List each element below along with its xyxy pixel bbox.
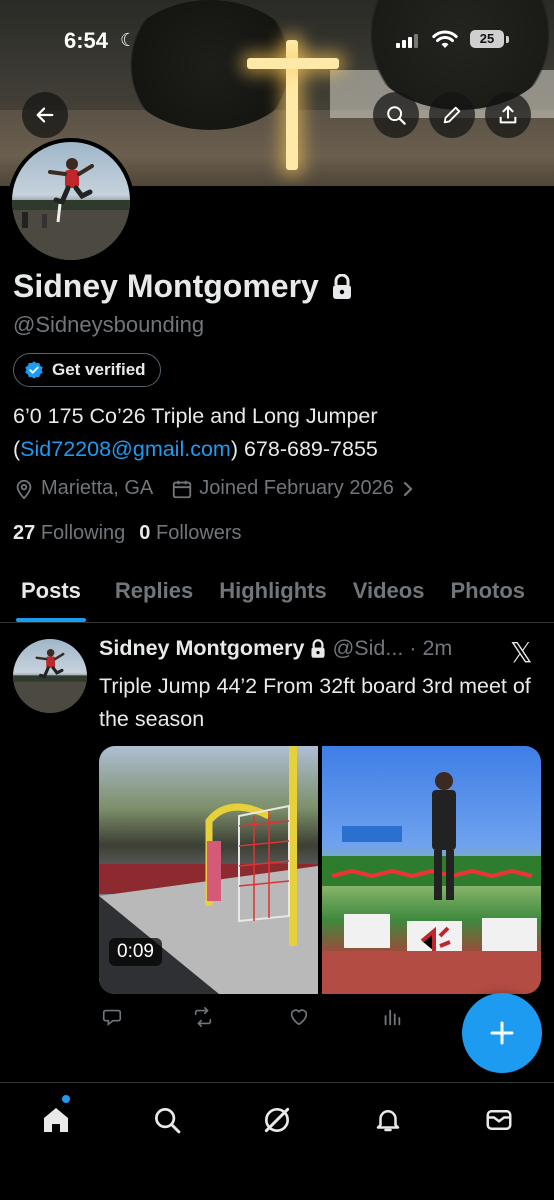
profile-name-row: Sidney Montgomery [13,268,353,305]
athlete-jumping-photo [12,158,130,260]
profile-meta-row: Marietta, GA Joined February 2026 [13,477,416,500]
nav-messages[interactable] [479,1100,519,1140]
share-icon [499,105,517,124]
get-verified-button[interactable]: Get verified [13,353,161,387]
followers-link[interactable]: 0 Followers [139,522,241,545]
profile-name: Sidney Montgomery [13,268,319,304]
post-photo-thumbnail[interactable] [322,746,541,994]
post-video-thumbnail[interactable]: 0:09 [99,746,318,994]
nav-home[interactable] [36,1100,76,1140]
followers-count: 0 [139,522,151,544]
bio-line-2: (Sid72208@gmail.com) 678-689-7855 [13,433,543,466]
profile-tabs: Posts Replies Highlights Videos Photos [0,570,554,622]
verified-badge-icon [25,361,43,379]
post-media-grid[interactable]: 0:09 [99,746,541,994]
post-author-avatar[interactable] [13,639,87,713]
nav-search[interactable] [147,1100,187,1140]
post-author-name[interactable]: Sidney Montgomery [99,636,304,661]
bio-phone: ) 678-689-7855 [230,437,378,461]
tabs-divider [0,622,554,623]
cellular-signal-icon [396,34,418,48]
award-podium-photo [322,772,541,994]
grok-icon [264,1107,290,1133]
tab-posts[interactable]: Posts [0,570,102,622]
share-button[interactable] [485,92,531,138]
post-text: Triple Jump 44’2 From 32ft board 3rd mee… [99,674,531,731]
notifications-icon [376,1110,400,1132]
video-duration: 0:09 [109,938,162,966]
get-verified-label: Get verified [52,360,146,379]
reply-icon[interactable] [101,1006,123,1028]
banner-lit-cross-bar [247,58,339,69]
search-button[interactable] [373,92,419,138]
following-label: Following [40,522,126,544]
tab-photos[interactable]: Photos [437,570,538,622]
wifi-icon [432,30,458,48]
battery-icon: 25 [470,30,504,48]
back-button[interactable] [22,92,68,138]
post-header: Sidney Montgomery @Sid... · 2m [99,636,452,661]
home-icon [44,1108,68,1132]
nav-notifications[interactable] [368,1100,408,1140]
moon-icon: ☾ [120,30,137,50]
analytics-icon[interactable] [381,1006,403,1028]
profile-bio: 6’0 175 Co’26 Triple and Long Jumper (Si… [13,400,543,466]
nav-grok[interactable] [257,1100,297,1140]
profile-location: Marietta, GA [41,477,154,499]
arrow-left-icon [36,107,54,123]
compose-button[interactable] [462,993,542,1073]
athlete-jumping-photo [13,649,87,713]
profile-joined-date: Joined February 2026 [199,477,394,499]
status-bar: 6:54 ☾ 25 [0,28,554,58]
post-separator: · [409,636,417,660]
search-icon [155,1108,181,1134]
tab-replies[interactable]: Replies [102,570,206,622]
bio-line-1: 6’0 175 Co’26 Triple and Long Jumper [13,404,378,428]
x-logo-icon: 𝕏 [510,636,533,669]
messages-icon [486,1110,512,1130]
follow-stats: 27 Following 0 Followers [13,522,242,545]
chevron-right-icon[interactable] [400,479,416,499]
calendar-icon [173,480,192,498]
profile-avatar[interactable] [8,138,134,264]
followers-label: Followers [155,522,242,544]
pencil-icon [443,106,461,124]
following-count: 27 [13,522,36,544]
status-time: 6:54 [64,28,109,53]
bottom-nav [0,1084,554,1200]
tab-videos[interactable]: Videos [340,570,438,622]
plus-icon [490,1021,514,1045]
battery-tip [506,36,509,43]
lock-icon [311,638,326,658]
repost-icon[interactable] [191,1006,215,1028]
bio-email-link[interactable]: Sid72208@gmail.com [20,437,231,461]
edit-button[interactable] [429,92,475,138]
post-actions [99,1006,429,1036]
tab-highlights[interactable]: Highlights [206,570,340,622]
search-icon [387,106,406,125]
heart-icon[interactable] [287,1006,311,1028]
post-timestamp: 2m [422,636,453,660]
bottom-nav-divider [0,1082,554,1083]
home-unread-dot [62,1095,70,1103]
lock-icon [332,273,351,299]
post-author-handle[interactable]: @Sid... [332,636,403,661]
following-link[interactable]: 27 Following [13,522,125,545]
location-pin-icon [16,479,32,499]
profile-handle: @Sidneysbounding [13,312,205,337]
